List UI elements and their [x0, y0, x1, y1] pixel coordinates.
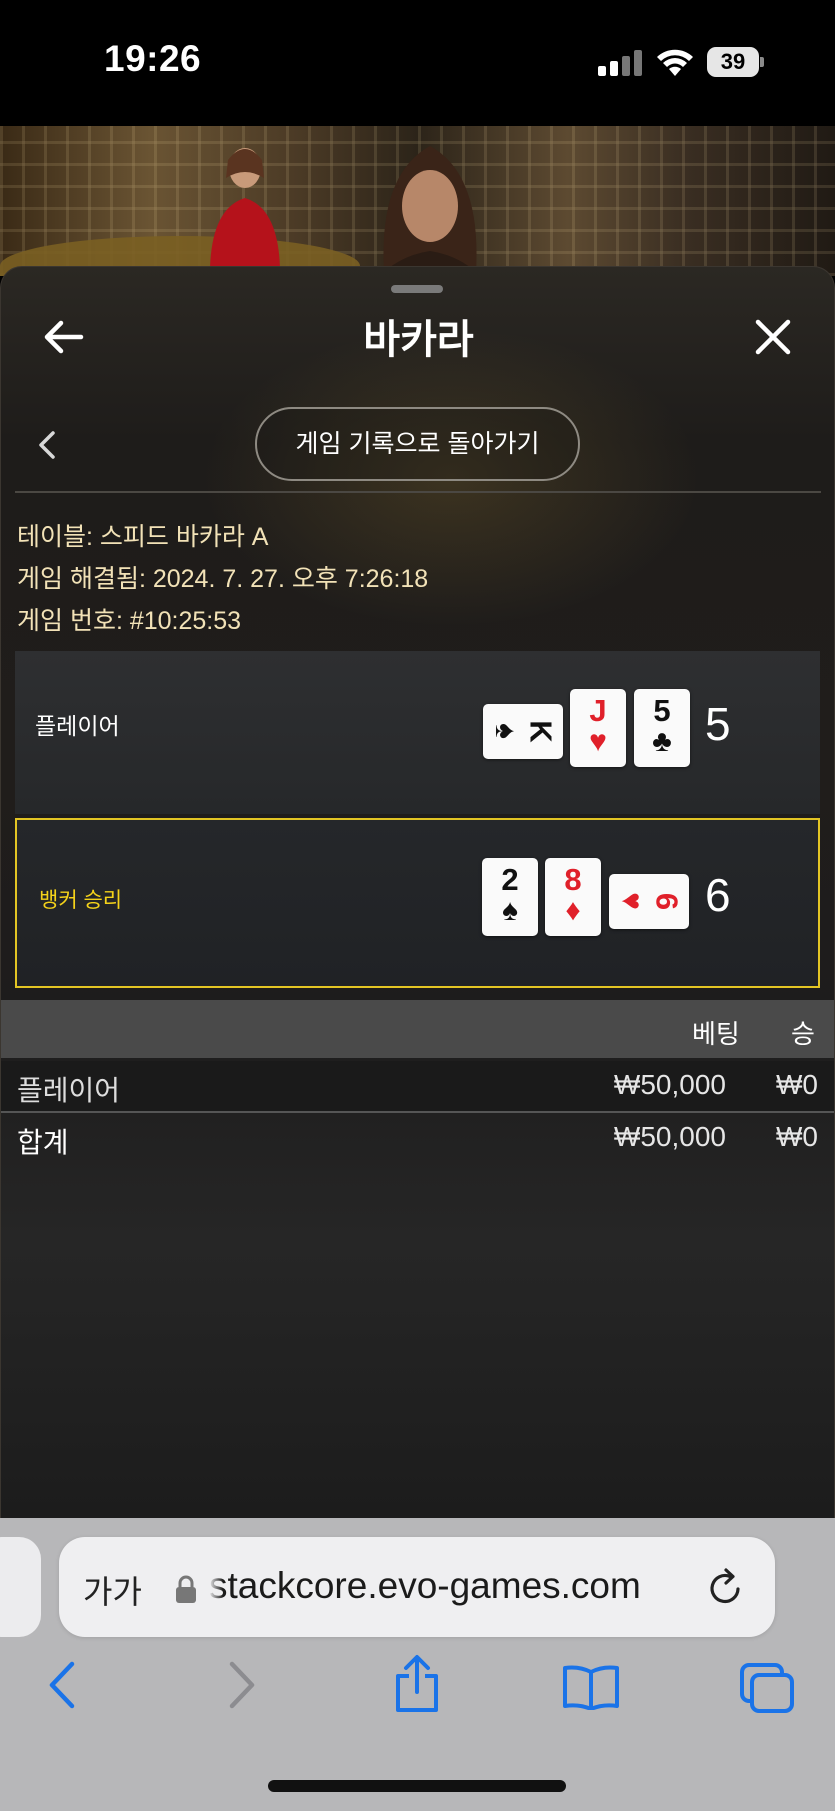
- previous-tab[interactable]: [0, 1537, 41, 1637]
- status-time: 19:26: [104, 38, 202, 79]
- host-image: [379, 146, 481, 276]
- table-name: 테이블: 스피드 바카라 A: [17, 523, 269, 551]
- banker-card-3: 6 ♥: [609, 874, 689, 929]
- banker-win-label: 뱅커 승리: [39, 889, 123, 912]
- card-rank: 5: [653, 693, 671, 728]
- banker-score: 6: [705, 869, 731, 921]
- total-win: ₩0: [776, 1121, 818, 1152]
- total-label: 합계: [17, 1127, 69, 1158]
- forward-icon[interactable]: [226, 1660, 260, 1710]
- player-card-2: J ♥: [570, 689, 626, 767]
- banker-card-2: 8 ♦: [545, 858, 601, 936]
- game-resolved-time: 게임 해결됨: 2024. 7. 27. 오후 7:26:18: [17, 565, 429, 593]
- player-hand: 플레이어 K ♠ J ♥ 5 ♣ 5: [15, 651, 820, 814]
- spade-icon: ♠: [502, 894, 518, 927]
- reload-icon[interactable]: [705, 1567, 747, 1609]
- card-rank: J: [589, 693, 607, 728]
- bets-table-header: 베팅 승: [1, 1000, 834, 1058]
- game-history-panel: 바카라 게임 기록으로 돌아가기 테이블: 스피드 바카라 A 게임 해결됨: …: [0, 266, 835, 1518]
- banker-hand: 뱅커 승리 2 ♠ 8 ♦ 6 ♥ 6: [15, 818, 820, 988]
- banker-card-1: 2 ♠: [482, 858, 538, 936]
- lock-icon: [176, 1575, 196, 1603]
- live-video: [0, 126, 835, 276]
- home-indicator[interactable]: [268, 1780, 566, 1792]
- bet-name: 플레이어: [17, 1075, 121, 1106]
- status-bar: 19:26 39: [0, 0, 835, 126]
- chevron-left-icon[interactable]: [35, 429, 59, 461]
- player-card-1: K ♠: [483, 704, 563, 759]
- dealer-image: [210, 148, 280, 268]
- battery-icon: 39: [707, 47, 764, 77]
- card-rank: 2: [501, 862, 519, 897]
- share-icon[interactable]: [392, 1654, 442, 1714]
- win-amount: ₩0: [776, 1069, 818, 1100]
- heart-icon: ♥: [589, 725, 607, 758]
- card-rank: 6: [649, 892, 685, 911]
- player-hand-label: 플레이어: [35, 713, 120, 739]
- spade-icon: ♠: [489, 723, 522, 739]
- back-to-history-button[interactable]: 게임 기록으로 돌아가기: [255, 407, 580, 481]
- close-icon[interactable]: [753, 317, 793, 357]
- cellular-signal-icon: [598, 50, 642, 76]
- game-number: 게임 번호: #10:25:53: [17, 607, 242, 635]
- card-rank: 8: [564, 862, 582, 897]
- sheet-grabber[interactable]: [391, 285, 443, 293]
- bet-amount: ₩50,000: [613, 1069, 726, 1100]
- bet-column-header: 베팅: [692, 1019, 740, 1049]
- total-bet: ₩50,000: [613, 1121, 726, 1152]
- player-card-3: 5 ♣: [634, 689, 690, 767]
- diamond-icon: ♦: [565, 894, 581, 927]
- player-score: 5: [705, 698, 731, 750]
- tabs-icon[interactable]: [738, 1661, 796, 1715]
- club-icon: ♣: [652, 725, 672, 758]
- page-title: 바카라: [363, 318, 474, 362]
- table-row: 플레이어 ₩50,000 ₩0: [1, 1061, 834, 1111]
- table-row-total: 합계 ₩50,000 ₩0: [1, 1113, 834, 1163]
- back-icon[interactable]: [44, 1660, 78, 1710]
- browser-toolbar: 가가 stackcore.evo-games.com: [0, 1518, 835, 1811]
- address-bar[interactable]: 가가 stackcore.evo-games.com: [59, 1537, 775, 1637]
- win-column-header: 승: [791, 1019, 815, 1049]
- divider: [15, 491, 821, 493]
- card-rank: K: [523, 720, 559, 743]
- battery-level: 39: [707, 47, 759, 77]
- text-size-button[interactable]: 가가: [83, 1567, 142, 1613]
- url-text[interactable]: stackcore.evo-games.com: [209, 1565, 744, 1607]
- heart-icon: ♥: [615, 892, 648, 910]
- bookmarks-icon[interactable]: [561, 1664, 621, 1710]
- wifi-icon: [657, 49, 693, 76]
